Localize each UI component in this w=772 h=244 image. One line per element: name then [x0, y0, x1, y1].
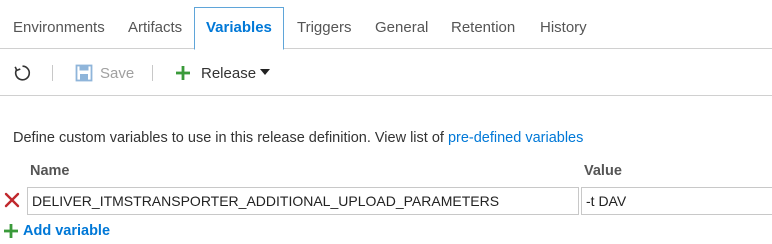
release-dropdown-button[interactable]: Release	[176, 50, 271, 96]
save-button[interactable]: Save	[75, 50, 134, 96]
tab-artifacts[interactable]: Artifacts	[116, 7, 194, 49]
release-label: Release	[201, 64, 257, 82]
pre-defined-variables-link[interactable]: pre-defined variables	[448, 130, 583, 146]
description: Define custom variables to use in this r…	[13, 130, 583, 146]
add-variable-button[interactable]: Add variable	[4, 221, 110, 241]
delete-x-icon[interactable]	[4, 192, 20, 208]
caret-down-icon	[260, 69, 271, 75]
tab-environments[interactable]: Environments	[1, 7, 117, 49]
name-column-header: Name	[30, 163, 70, 179]
description-text: Define custom variables to use in this r…	[13, 130, 448, 146]
plus-icon	[176, 66, 190, 80]
save-icon	[75, 64, 93, 82]
value-column-header: Value	[584, 163, 622, 179]
add-variable-label: Add variable	[23, 223, 111, 239]
plus-icon	[4, 224, 18, 238]
save-label: Save	[100, 64, 135, 82]
tab-history[interactable]: History	[528, 7, 599, 49]
toolbar-separator	[152, 65, 153, 81]
toolbar: Save Release	[0, 50, 772, 96]
tab-triggers[interactable]: Triggers	[285, 7, 363, 49]
variable-value-input[interactable]	[581, 187, 772, 215]
toolbar-separator	[52, 65, 53, 81]
tab-general[interactable]: General	[363, 7, 440, 49]
tab-variables[interactable]: Variables	[194, 7, 284, 50]
refresh-button[interactable]	[12, 50, 32, 96]
tab-retention[interactable]: Retention	[439, 7, 527, 49]
refresh-icon	[12, 63, 32, 83]
tab-bar: Environments Artifacts Variables Trigger…	[0, 0, 772, 50]
variable-row	[0, 186, 772, 216]
variable-name-input[interactable]	[27, 187, 579, 215]
